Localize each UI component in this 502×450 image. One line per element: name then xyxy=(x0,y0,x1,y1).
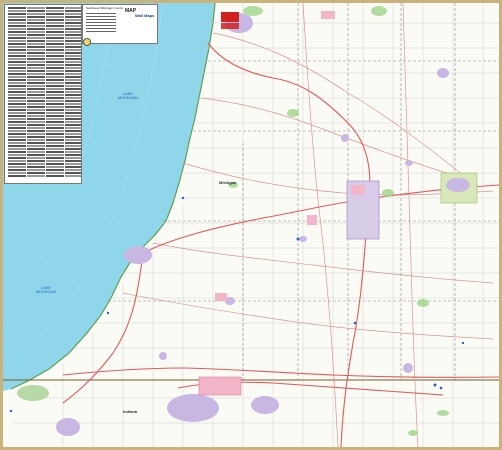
laporte-city xyxy=(56,418,80,436)
compass-rose-icon xyxy=(83,38,91,46)
town-se xyxy=(403,363,413,373)
legend-title: Southwest Michigan County xyxy=(86,6,124,10)
south-bend-airport xyxy=(198,376,242,396)
town-central xyxy=(299,236,307,242)
town-ne xyxy=(437,68,449,78)
town-east xyxy=(405,160,413,166)
town-north xyxy=(341,134,349,142)
index-column-4 xyxy=(65,7,81,178)
index-column-3 xyxy=(46,7,64,178)
battle-creek-city xyxy=(446,178,470,192)
state-label-indiana: Indiana xyxy=(123,409,138,414)
south-bend-city xyxy=(167,394,219,422)
index-column-1 xyxy=(8,7,26,178)
brand-subtitle: Wall Maps xyxy=(135,13,155,18)
lake-label-north: LAKE MICHIGAN xyxy=(118,91,138,100)
legend-red-badge xyxy=(221,12,239,22)
legend-red-strip xyxy=(221,23,239,29)
city-block xyxy=(351,185,365,195)
benton-harbor-city xyxy=(124,246,152,264)
michigan-city-area xyxy=(17,385,49,401)
legend-symbols xyxy=(86,13,116,34)
town-block-3 xyxy=(321,11,335,19)
town-sw xyxy=(159,352,167,360)
mishawaka-city xyxy=(251,396,279,414)
lake-label-south: LAKE MICHIGAN xyxy=(36,285,56,294)
town-block-2 xyxy=(215,293,227,301)
map-legend: Southwest Michigan County MAP Wall Maps xyxy=(82,4,239,44)
index-column-2 xyxy=(27,7,45,178)
city-index-table xyxy=(4,4,82,184)
state-label-michigan: Michigan xyxy=(219,180,237,185)
town-block xyxy=(307,215,317,225)
